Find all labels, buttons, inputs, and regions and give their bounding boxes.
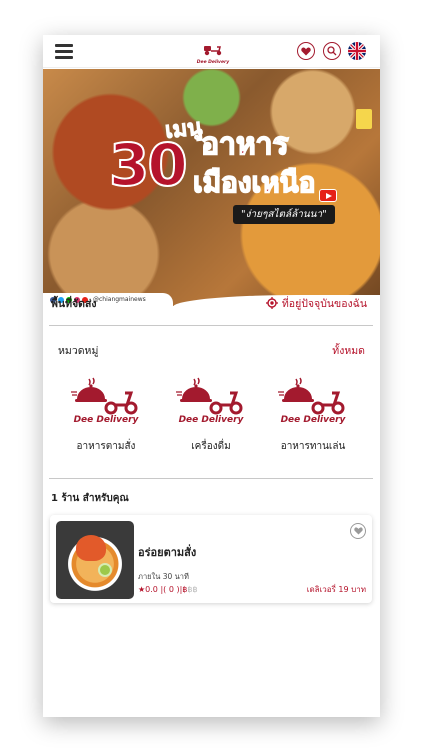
category-brand: Dee Delivery	[73, 415, 139, 425]
shop-image	[56, 521, 134, 599]
delivery-scooter-icon	[71, 377, 138, 415]
delivery-scooter-icon	[176, 377, 243, 415]
divider	[49, 325, 373, 326]
menu-icon[interactable]	[55, 44, 73, 59]
location-target-icon	[265, 297, 278, 309]
category-item-food[interactable]: Dee Delivery อาหารตามสั่ง	[58, 375, 154, 471]
category-label: อาหารตามสั่ง	[76, 441, 136, 452]
banner-title-line3: เมืองเหนือ	[192, 165, 316, 200]
shop-count-label: 1 ร้าน สำหรับคุณ	[51, 493, 129, 504]
category-label: เครื่องดื่ม	[191, 441, 231, 452]
banner-number: 30	[108, 130, 189, 200]
price-level-muted: ฿฿	[187, 585, 198, 594]
shop-delivery-time: ภายใน 30 นาที	[138, 572, 189, 581]
heart-icon	[353, 527, 363, 535]
see-all-link[interactable]: ทั้งหมด	[332, 342, 365, 359]
promo-banner[interactable]: เมนู 30 อาหาร เมืองเหนือ "ง่ายๆสไตล์ล้าน…	[43, 69, 380, 306]
delivery-area-row: พื้นที่จัดส่ง ที่อยู่ปัจจุบันของฉัน	[43, 291, 380, 315]
category-item-drinks[interactable]: Dee Delivery เครื่องดื่ม	[163, 375, 259, 471]
youtube-icon	[319, 189, 337, 202]
shop-review-count: ( 0 )	[163, 585, 180, 594]
divider	[49, 478, 373, 479]
banner-slogan: "ง่ายๆสไตล์ล้านนา"	[233, 205, 335, 224]
shop-rating: 0.0	[145, 585, 158, 594]
current-location-label: ที่อยู่ปัจจุบันของฉัน	[281, 297, 367, 310]
shop-delivery-fee: เดลิเวอรี่ 19 บาท	[306, 585, 366, 594]
shop-name: อร่อยตามสั่ง	[138, 546, 197, 559]
delivery-scooter-icon	[278, 377, 345, 415]
categories-label: หมวดหมู่	[58, 344, 99, 357]
language-button[interactable]	[348, 42, 366, 60]
category-brand: Dee Delivery	[178, 415, 244, 425]
shop-card[interactable]: อร่อยตามสั่ง ภายใน 30 นาที ★0.0 |( 0 )|฿…	[50, 515, 372, 603]
current-location-button[interactable]: ที่อยู่ปัจจุบันของฉัน	[265, 295, 367, 312]
favorites-button[interactable]	[297, 42, 315, 60]
delivery-area-label: พื้นที่จัดส่ง	[51, 297, 97, 310]
scooter-logo-icon	[204, 46, 222, 56]
app-logo[interactable]: Dee Delivery	[196, 41, 230, 65]
search-button[interactable]	[323, 42, 341, 60]
uk-flag-icon	[348, 42, 366, 60]
channel-badge-icon	[356, 109, 372, 129]
category-list: Dee Delivery อาหารตามสั่ง Dee Delivery เ…	[43, 375, 380, 475]
top-bar: Dee Delivery	[43, 35, 380, 68]
search-icon	[327, 46, 337, 56]
heart-icon	[301, 46, 311, 55]
app-frame: Dee Delivery เมนู 30 อาหาร เมืองเหนือ "ง…	[43, 35, 380, 717]
logo-text: Dee Delivery	[196, 60, 230, 65]
favorite-shop-button[interactable]	[350, 523, 366, 539]
shop-rating-row: ★0.0 |( 0 )|฿฿฿	[138, 585, 198, 594]
category-brand: Dee Delivery	[280, 415, 346, 425]
category-label: อาหารทานเล่น	[280, 441, 346, 452]
categories-header: หมวดหมู่ ทั้งหมด	[43, 340, 380, 360]
category-item-snacks[interactable]: Dee Delivery อาหารทานเล่น	[265, 375, 361, 471]
